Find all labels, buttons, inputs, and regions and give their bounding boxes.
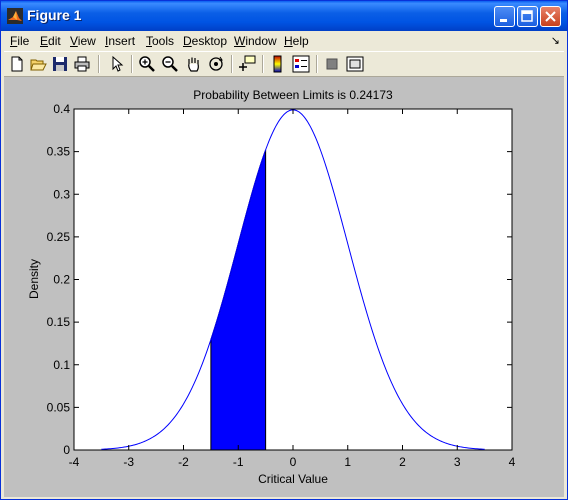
y-tick-label: 0.4 — [53, 102, 70, 116]
figure-toolbar — [4, 51, 564, 77]
rotate-3d-icon[interactable] — [207, 55, 225, 73]
menu-edit[interactable]: Edit — [40, 34, 61, 48]
maximize-button[interactable] — [517, 6, 538, 27]
show-plot-tools-icon[interactable] — [346, 55, 364, 73]
x-tick-label: 2 — [399, 455, 406, 469]
chart-title: Probability Between Limits is 0.24173 — [193, 88, 393, 102]
toolbar-separator — [316, 55, 318, 73]
zoom-in-icon[interactable] — [138, 55, 156, 73]
minimize-button[interactable] — [494, 6, 515, 27]
new-figure-icon[interactable] — [8, 55, 26, 73]
x-tick-label: 1 — [344, 455, 351, 469]
y-tick-label: 0.2 — [53, 273, 70, 287]
hide-plot-tools-icon[interactable] — [323, 55, 341, 73]
y-tick-label: 0.15 — [47, 315, 71, 329]
print-icon[interactable] — [73, 55, 91, 73]
y-tick-label: 0.35 — [47, 145, 71, 159]
insert-legend-icon[interactable] — [292, 55, 310, 73]
x-tick-label: 4 — [509, 455, 516, 469]
zoom-out-icon[interactable] — [161, 55, 179, 73]
menu-bar: File Edit View Insert Tools Desktop Wind… — [4, 31, 564, 51]
pan-hand-icon[interactable] — [184, 55, 202, 73]
menu-file[interactable]: File — [10, 34, 29, 48]
menu-help[interactable]: Help — [284, 34, 309, 48]
save-icon[interactable] — [51, 55, 69, 73]
y-tick-label: 0.25 — [47, 230, 71, 244]
matlab-icon — [7, 8, 23, 24]
y-tick-label: 0.05 — [47, 400, 71, 414]
toolbar-separator — [262, 55, 264, 73]
menu-desktop[interactable]: Desktop — [183, 34, 227, 48]
menu-view[interactable]: View — [70, 34, 96, 48]
title-bar[interactable]: Figure 1 — [1, 1, 567, 31]
data-cursor-icon[interactable] — [238, 55, 256, 73]
figure-window: Figure 1 File Edit View Insert Tools Des… — [0, 0, 568, 500]
axes-background — [73, 108, 513, 451]
toolbar-separator — [131, 55, 133, 73]
open-file-icon[interactable] — [29, 55, 47, 73]
x-tick-label: 3 — [454, 455, 461, 469]
close-button[interactable] — [540, 6, 561, 27]
edit-plot-arrow-icon[interactable] — [108, 55, 126, 73]
y-tick-label: 0.3 — [53, 187, 70, 201]
dock-arrow-icon[interactable]: ↘ — [551, 34, 560, 47]
plot-svg: -4 -3 -2 -1 0 1 2 3 4 0 0.05 0.1 0.15 0.2 0.25 0.3 0.35… — [27, 88, 516, 486]
x-tick-label: -1 — [233, 455, 244, 469]
y-axis-label: Density — [27, 259, 41, 299]
toolbar-separator — [231, 55, 233, 73]
x-tick-label: -2 — [178, 455, 189, 469]
x-tick-label: -4 — [69, 455, 80, 469]
close-icon — [545, 11, 556, 22]
menu-file-label: ile — [17, 34, 30, 48]
insert-colorbar-icon[interactable] — [269, 55, 287, 73]
x-tick-label: -3 — [123, 455, 134, 469]
minimize-icon — [500, 19, 507, 22]
x-axis-label: Critical Value — [258, 472, 328, 486]
menu-insert[interactable]: Insert — [105, 34, 135, 48]
maximize-icon — [521, 10, 533, 22]
menu-tools[interactable]: Tools — [146, 34, 174, 48]
figure-canvas: -4 -3 -2 -1 0 1 2 3 4 0 0.05 0.1 0.15 0.2 0.25 0.3 0.35… — [4, 77, 564, 497]
x-tick-label: 0 — [290, 455, 297, 469]
menu-window[interactable]: Window — [234, 34, 277, 48]
window-title: Figure 1 — [27, 7, 82, 23]
toolbar-separator — [98, 55, 100, 73]
y-tick-label: 0 — [63, 443, 70, 457]
y-tick-label: 0.1 — [53, 358, 70, 372]
